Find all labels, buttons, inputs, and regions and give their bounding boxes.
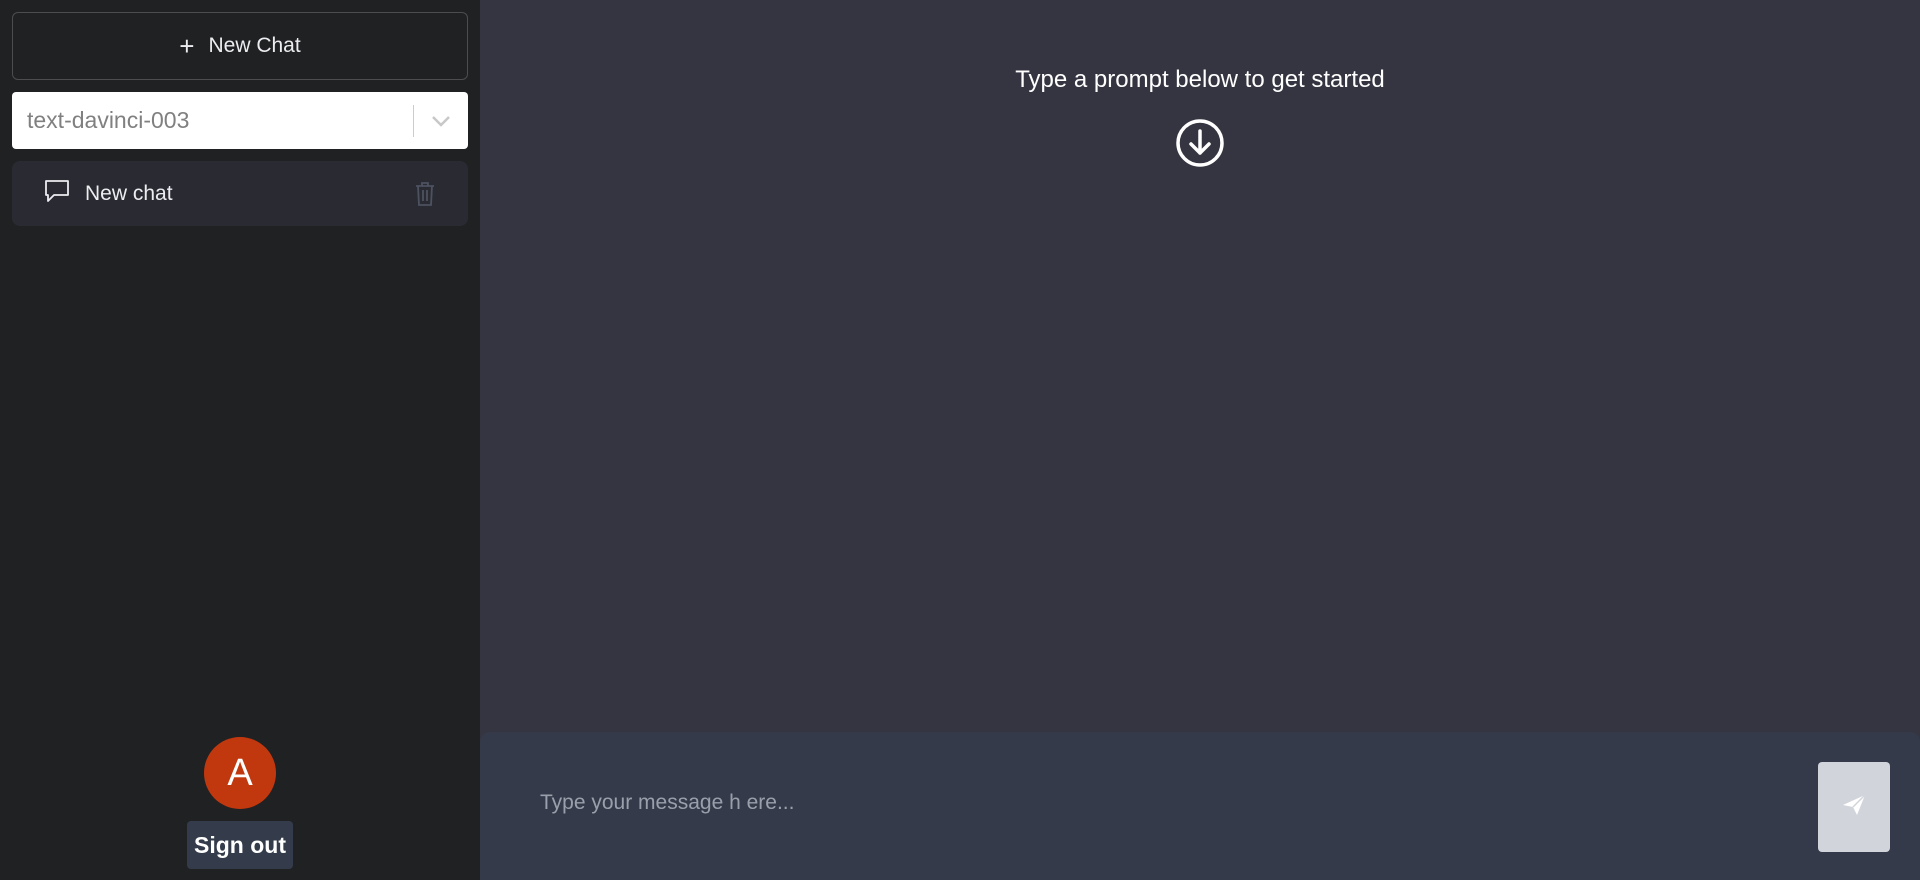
message-input[interactable] [540, 778, 1730, 828]
send-icon [1841, 793, 1867, 822]
new-chat-label: New Chat [208, 34, 301, 57]
new-chat-button[interactable]: + New Chat [12, 12, 468, 80]
trash-icon[interactable] [412, 181, 438, 207]
arrow-down-circle-icon [1175, 118, 1225, 168]
send-button[interactable] [1818, 762, 1890, 852]
sidebar-item-chat[interactable]: New chat [12, 161, 468, 226]
sign-out-button[interactable]: Sign out [187, 821, 293, 869]
chat-main: Type a prompt below to get started [480, 0, 1920, 880]
chevron-down-icon[interactable] [414, 92, 468, 149]
plus-icon: + [179, 31, 195, 61]
empty-state-text: Type a prompt below to get started [1015, 66, 1385, 93]
chat-bubble-icon [43, 178, 71, 209]
model-select[interactable]: text-davinci-003 [12, 92, 468, 149]
chat-item-label: New chat [85, 181, 173, 205]
avatar[interactable]: A [204, 737, 276, 809]
model-select-value: text-davinci-003 [27, 107, 190, 133]
message-input-bar [480, 732, 1920, 880]
sidebar: + New Chat text-davinci-003 New chat A S… [0, 0, 480, 880]
